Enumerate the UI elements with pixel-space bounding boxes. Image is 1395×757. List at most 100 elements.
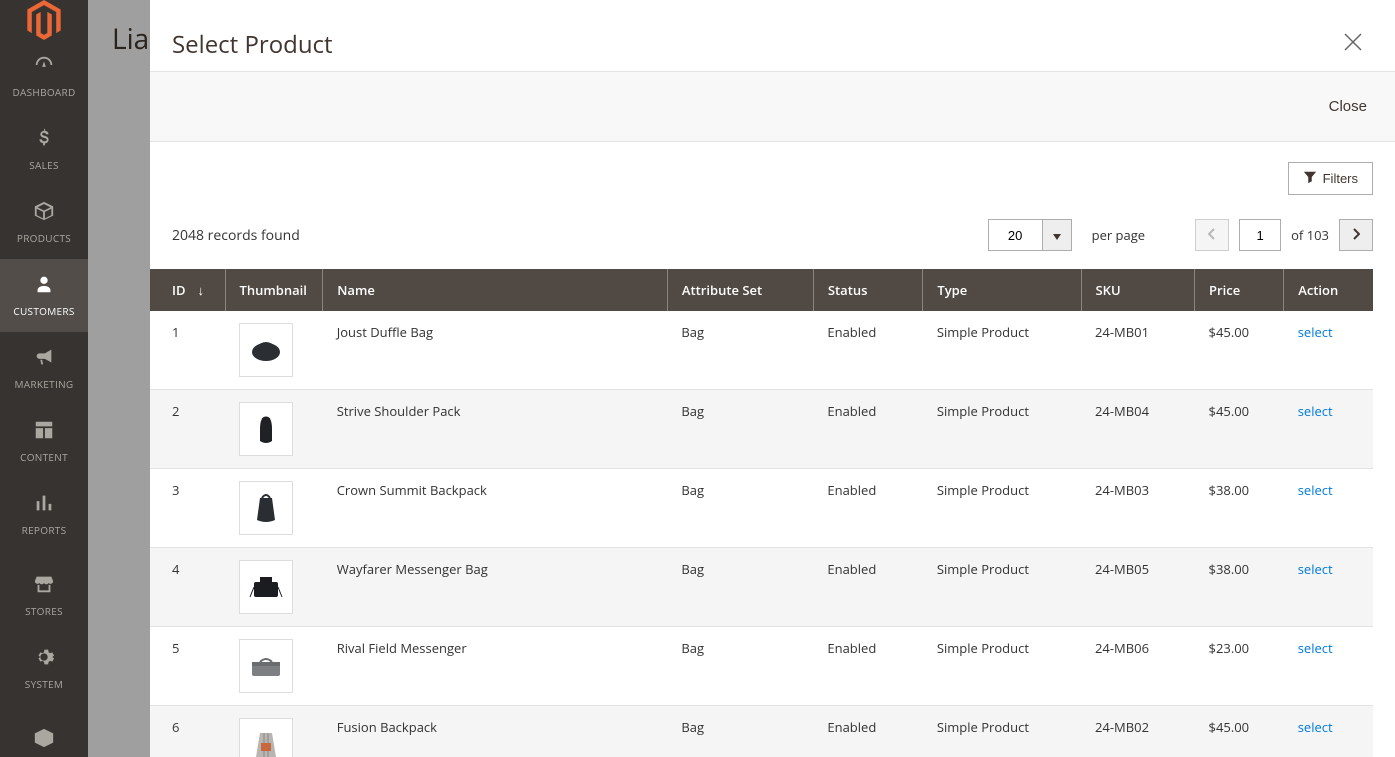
cell-status: Enabled (813, 311, 922, 390)
select-link[interactable]: select (1298, 718, 1333, 736)
column-header-id[interactable]: ID↓ (150, 269, 225, 311)
sidebar-item-products[interactable]: Products (0, 186, 88, 259)
cell-action: select (1284, 311, 1373, 390)
sidebar-item-partners[interactable]: Find Partners & Extensions (0, 713, 88, 757)
page-of-label: of 103 (1291, 226, 1329, 244)
cell-name: Crown Summit Backpack (323, 469, 668, 548)
select-product-modal: Select Product Close Filters 2048 record… (150, 0, 1395, 757)
filters-label: Filters (1323, 171, 1358, 186)
product-thumbnail[interactable] (239, 718, 293, 757)
column-header-action[interactable]: Action (1284, 269, 1373, 311)
sidebar-item-marketing[interactable]: Marketing (0, 332, 88, 405)
cell-action: select (1284, 627, 1373, 706)
sidebar-item-sales[interactable]: Sales (0, 113, 88, 186)
cell-name: Wayfarer Messenger Bag (323, 548, 668, 627)
cell-type: Simple Product (923, 469, 1081, 548)
cell-id: 4 (150, 548, 225, 627)
cell-type: Simple Product (923, 390, 1081, 469)
cell-attribute-set: Bag (667, 627, 813, 706)
sidebar-item-content[interactable]: Content (0, 405, 88, 478)
sort-arrow-icon: ↓ (198, 281, 205, 299)
pagination: per page of 103 (988, 219, 1373, 251)
modal-header: Select Product (150, 0, 1395, 71)
gear-icon (33, 646, 55, 671)
chevron-right-icon (1352, 226, 1360, 244)
cell-name: Rival Field Messenger (323, 627, 668, 706)
cell-thumbnail (225, 548, 323, 627)
cell-status: Enabled (813, 706, 922, 757)
table-row: 4Wayfarer Messenger BagBagEnabledSimple … (150, 548, 1373, 627)
funnel-icon (1303, 170, 1317, 187)
admin-sidebar: Dashboard Sales Products Customers Marke… (0, 0, 88, 757)
per-page-dropdown[interactable] (1042, 219, 1072, 251)
modal-close-icon[interactable] (1339, 28, 1367, 60)
cell-price: $45.00 (1195, 311, 1284, 390)
modal-toolbar: Close (150, 71, 1395, 142)
cell-sku: 24-MB02 (1081, 706, 1195, 757)
column-header-status[interactable]: Status (813, 269, 922, 311)
filters-button[interactable]: Filters (1288, 162, 1373, 195)
cell-price: $38.00 (1195, 548, 1284, 627)
next-page-button[interactable] (1339, 219, 1373, 251)
cell-action: select (1284, 548, 1373, 627)
cell-price: $45.00 (1195, 390, 1284, 469)
cell-sku: 24-MB06 (1081, 627, 1195, 706)
person-icon (33, 273, 55, 298)
product-thumbnail[interactable] (239, 560, 293, 614)
sidebar-item-customers[interactable]: Customers (0, 259, 88, 332)
cell-id: 1 (150, 311, 225, 390)
close-button[interactable]: Close (1329, 98, 1367, 115)
table-row: 3Crown Summit BackpackBagEnabledSimple P… (150, 469, 1373, 548)
column-header-price[interactable]: Price (1195, 269, 1284, 311)
cell-sku: 24-MB03 (1081, 469, 1195, 548)
sidebar-item-system[interactable]: System (0, 632, 88, 705)
product-grid: ID↓ Thumbnail Name Attribute Set Status … (150, 269, 1373, 757)
per-page-label: per page (1092, 226, 1145, 244)
cell-name: Joust Duffle Bag (323, 311, 668, 390)
store-icon (33, 573, 55, 598)
product-thumbnail[interactable] (239, 323, 293, 377)
table-row: 6Fusion BackpackBagEnabledSimple Product… (150, 706, 1373, 757)
column-header-sku[interactable]: SKU (1081, 269, 1195, 311)
cell-price: $38.00 (1195, 469, 1284, 548)
column-header-type[interactable]: Type (923, 269, 1081, 311)
cell-price: $23.00 (1195, 627, 1284, 706)
product-thumbnail[interactable] (239, 639, 293, 693)
sidebar-item-reports[interactable]: Reports (0, 478, 88, 551)
cell-action: select (1284, 469, 1373, 548)
puzzle-icon (33, 727, 55, 752)
sidebar-item-dashboard[interactable]: Dashboard (0, 40, 88, 113)
column-header-name[interactable]: Name (323, 269, 668, 311)
product-thumbnail[interactable] (239, 481, 293, 535)
modal-title: Select Product (172, 28, 333, 61)
cell-sku: 24-MB01 (1081, 311, 1195, 390)
sidebar-item-label: Dashboard (12, 85, 75, 99)
prev-page-button[interactable] (1195, 219, 1229, 251)
dashboard-icon (33, 54, 55, 79)
select-link[interactable]: select (1298, 560, 1333, 578)
sidebar-item-stores[interactable]: Stores (0, 559, 88, 632)
sidebar-item-label: Customers (13, 304, 74, 318)
cell-attribute-set: Bag (667, 469, 813, 548)
cell-thumbnail (225, 469, 323, 548)
cell-name: Strive Shoulder Pack (323, 390, 668, 469)
magento-logo[interactable] (0, 0, 88, 40)
cell-thumbnail (225, 627, 323, 706)
page-input[interactable] (1239, 219, 1281, 251)
column-header-thumbnail[interactable]: Thumbnail (225, 269, 323, 311)
cell-status: Enabled (813, 627, 922, 706)
records-found-label: 2048 records found (172, 226, 300, 245)
cell-thumbnail (225, 390, 323, 469)
select-link[interactable]: select (1298, 323, 1333, 341)
cell-attribute-set: Bag (667, 548, 813, 627)
cell-type: Simple Product (923, 627, 1081, 706)
product-thumbnail[interactable] (239, 402, 293, 456)
column-header-attribute-set[interactable]: Attribute Set (667, 269, 813, 311)
megaphone-icon (33, 346, 55, 371)
cell-type: Simple Product (923, 706, 1081, 757)
select-link[interactable]: select (1298, 639, 1333, 657)
sidebar-item-label: Marketing (15, 377, 74, 391)
per-page-input[interactable] (988, 219, 1042, 251)
select-link[interactable]: select (1298, 481, 1333, 499)
select-link[interactable]: select (1298, 402, 1333, 420)
